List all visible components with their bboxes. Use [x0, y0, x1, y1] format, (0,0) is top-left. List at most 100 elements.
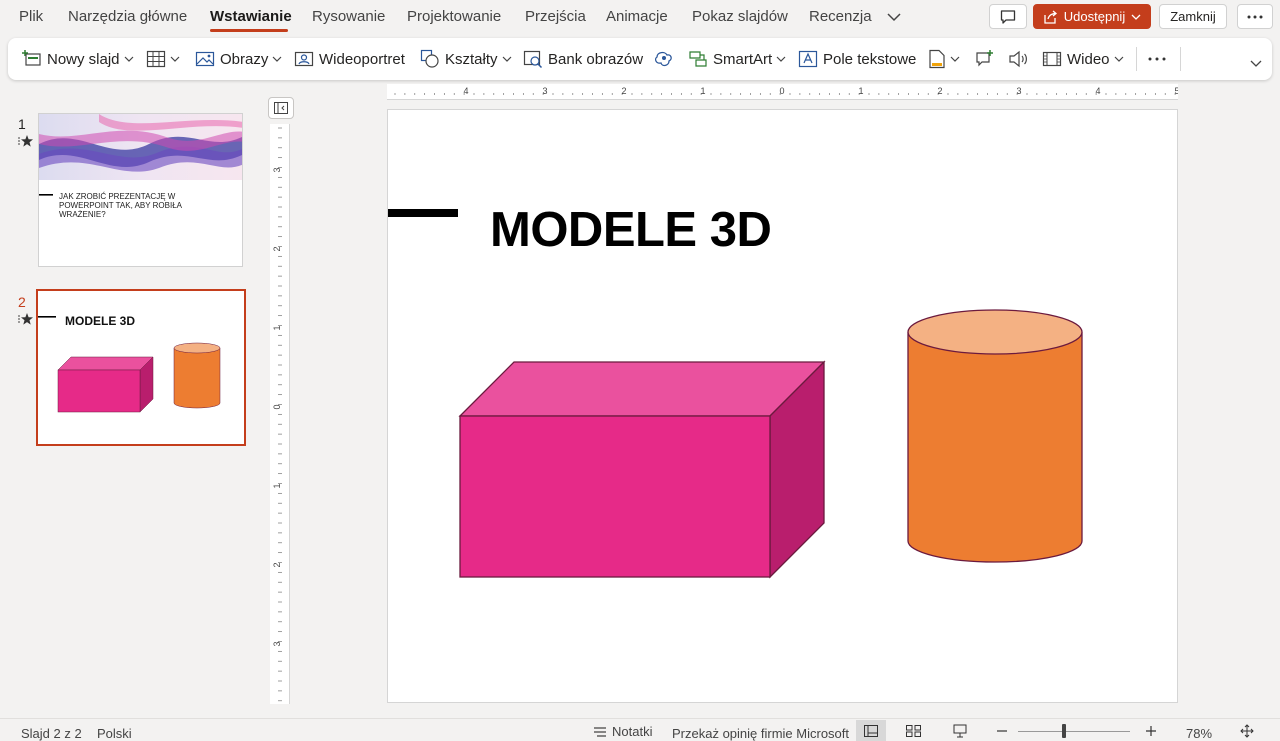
images-button[interactable]: Obrazy	[195, 46, 282, 72]
smartart-button[interactable]: SmartArt	[688, 46, 786, 72]
tab-animations[interactable]: Animacje	[606, 8, 668, 25]
slide-thumbnail-pane: 1 JAK ZROBIĆ PREZENTACJĘ W POWERPOINT TA…	[0, 88, 266, 718]
collapse-panel-icon	[274, 102, 288, 114]
close-button[interactable]: Zamknij	[1159, 4, 1227, 29]
stock-images-icon	[523, 50, 543, 69]
language-indicator[interactable]: Polski	[97, 726, 132, 741]
new-slide-label: Nowy slajd	[47, 50, 120, 68]
slide-shapes	[458, 309, 1083, 579]
chevron-down-icon	[272, 56, 282, 62]
zoom-slider-thumb[interactable]	[1061, 724, 1066, 738]
shapes-icon	[420, 49, 439, 68]
tab-transitions[interactable]: Przejścia	[525, 8, 586, 25]
video-portrait-label: Wideoportret	[319, 50, 405, 68]
collapse-pane-button[interactable]	[268, 97, 294, 119]
plus-icon	[1146, 726, 1156, 736]
ruler-label: 2	[937, 86, 942, 96]
share-label: Udostępnij	[1063, 9, 1126, 24]
notes-icon	[594, 726, 606, 737]
comments-button[interactable]	[989, 4, 1027, 29]
chevron-down-icon	[170, 56, 180, 62]
ruler-label: 2	[272, 246, 282, 251]
new-slide-button[interactable]: Nowy slajd	[22, 46, 134, 72]
ruler-label: 0	[272, 404, 282, 409]
icons-button[interactable]	[653, 46, 675, 72]
table-icon	[146, 50, 166, 68]
slide-number-2: 2	[18, 294, 26, 310]
horizontal-ruler-ticks: 4 3 2 1 0 1 2 3 4 5	[394, 86, 1178, 96]
presentation-icon	[953, 724, 967, 738]
document-icon	[929, 49, 945, 69]
cylinder-top	[907, 309, 1083, 355]
tab-home[interactable]: Narzędzia główne	[68, 8, 187, 25]
zoom-level[interactable]: 78%	[1186, 726, 1212, 741]
speaker-icon	[1009, 50, 1027, 68]
thumbnail-2-title: MODELE 3D	[65, 314, 136, 328]
shapes-label: Kształty	[445, 50, 498, 68]
more-options-button[interactable]	[1237, 4, 1273, 29]
chevron-down-icon	[1114, 56, 1123, 62]
more-dots-icon	[1247, 15, 1263, 18]
ribbon-expand-button[interactable]	[1249, 50, 1263, 76]
ruler-label: 3	[1016, 86, 1021, 96]
normal-view-button[interactable]	[856, 720, 886, 741]
grid-view-icon	[906, 725, 921, 737]
table-button[interactable]	[146, 46, 180, 72]
smartart-label: SmartArt	[713, 50, 773, 68]
tab-file[interactable]: Plik	[19, 8, 43, 25]
ruler-label: 3	[542, 86, 547, 96]
ribbon-toolbar: Nowy slajd Obrazy Wideoportret Kształty …	[8, 38, 1272, 80]
presenter-view-button[interactable]	[953, 724, 967, 741]
zoom-in-button[interactable]	[1145, 725, 1157, 740]
header-footer-button[interactable]	[928, 46, 960, 72]
slide-counter: Slajd 2 z 2	[21, 726, 82, 741]
stock-images-button[interactable]: Bank obrazów	[523, 46, 643, 72]
vertical-ruler: 3 2 1 0 1 2 3	[270, 124, 290, 704]
tab-slideshow[interactable]: Pokaz slajdów	[692, 8, 788, 25]
tab-review[interactable]: Recenzja	[809, 8, 872, 25]
chevron-down-icon	[776, 56, 786, 62]
text-box-button[interactable]: Pole tekstowe	[798, 46, 916, 72]
ribbon-more-button[interactable]	[1147, 46, 1167, 72]
cylinder-body	[907, 332, 1083, 563]
slide-sorter-button[interactable]	[906, 725, 921, 740]
status-bar: Slajd 2 z 2 Polski Notatki Przekaż opini…	[0, 718, 1280, 741]
feedback-link[interactable]: Przekaż opinię firmie Microsoft	[672, 726, 849, 741]
new-comment-button[interactable]	[974, 46, 996, 72]
share-chevron-down-icon	[1131, 14, 1141, 20]
stock-images-label: Bank obrazów	[548, 50, 644, 68]
slide-title[interactable]: MODELE 3D	[490, 202, 772, 258]
video-button[interactable]: Wideo	[1042, 46, 1124, 72]
zoom-slider-track[interactable]	[1018, 731, 1130, 732]
menu-bar: Plik Narzędzia główne Wstawianie Rysowan…	[0, 0, 1280, 34]
animation-star-icon	[18, 135, 33, 147]
zoom-out-button[interactable]	[996, 725, 1008, 740]
more-tabs-chevron-icon[interactable]	[884, 7, 904, 27]
chevron-down-icon	[1250, 60, 1262, 67]
tab-design[interactable]: Projektowanie	[407, 8, 501, 25]
slide-canvas[interactable]: MODELE 3D	[387, 109, 1178, 703]
ruler-label: 1	[858, 86, 863, 96]
thumbnail-1-text: JAK ZROBIĆ PREZENTACJĘ W POWERPOINT TAK,…	[59, 192, 182, 219]
notes-button[interactable]: Notatki	[593, 724, 652, 739]
share-button[interactable]: Udostępnij	[1033, 4, 1151, 29]
more-dots-icon	[1148, 57, 1166, 61]
box-front-face	[459, 415, 771, 578]
vertical-ruler-ticks: 3 2 1 0 1 2 3	[272, 127, 282, 702]
new-slide-icon	[22, 50, 41, 66]
new-comment-icon	[976, 50, 993, 67]
audio-button[interactable]	[1008, 46, 1030, 72]
ruler-label: 5	[1174, 86, 1178, 96]
fit-slide-button[interactable]	[1240, 724, 1254, 741]
tab-insert[interactable]: Wstawianie	[210, 8, 292, 25]
slide-thumbnail-1[interactable]: JAK ZROBIĆ PREZENTACJĘ W POWERPOINT TAK,…	[38, 113, 243, 267]
box-side-face	[769, 360, 825, 579]
box-top-face	[458, 361, 826, 417]
notes-label: Notatki	[612, 724, 653, 739]
slide-thumbnail-2[interactable]: MODELE 3D	[36, 289, 246, 446]
icons-insert-icon	[654, 51, 672, 67]
shapes-button[interactable]: Kształty	[420, 46, 512, 72]
chevron-down-icon	[124, 56, 133, 62]
video-portrait-button[interactable]: Wideoportret	[294, 46, 405, 72]
tab-draw[interactable]: Rysowanie	[312, 8, 385, 25]
